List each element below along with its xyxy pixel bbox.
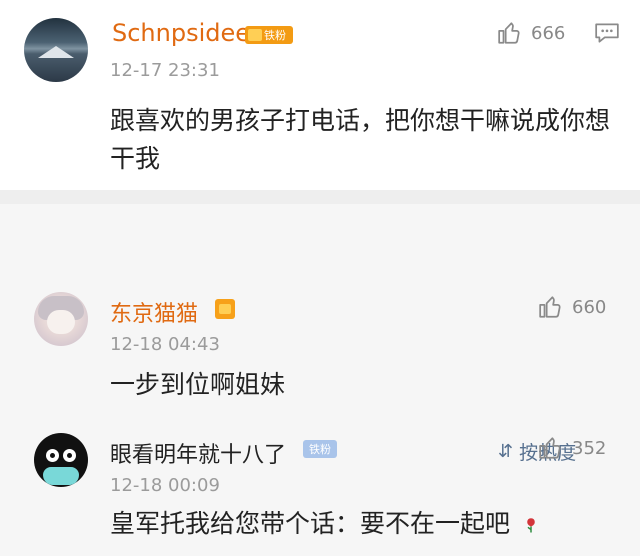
comment-avatar-1[interactable]	[34, 292, 88, 346]
eye-icon	[63, 449, 76, 462]
comment-author-2-badge-label: 铁粉	[309, 443, 331, 456]
main-post-like-button[interactable]: 666	[497, 20, 565, 46]
comment-like-button-1[interactable]: 660	[538, 294, 606, 320]
section-divider	[0, 190, 640, 204]
comment-icon[interactable]	[594, 22, 620, 44]
main-author-name[interactable]: Schnpsidee	[112, 19, 250, 47]
comment-section: ⇵ 按热度	[0, 204, 640, 556]
mountain-icon	[38, 46, 74, 58]
face-shape	[47, 310, 75, 334]
comment-like-button-2[interactable]: 352	[538, 435, 606, 461]
comment-content-2-text: 皇军托我给您带个话：要不在一起吧	[110, 509, 511, 538]
comment-time-1: 12-18 04:43	[110, 334, 220, 355]
rose-icon	[527, 518, 535, 533]
crown-icon	[248, 29, 262, 41]
comment-like-count-2: 352	[572, 437, 607, 459]
main-badge-label: 铁粉	[264, 29, 286, 42]
main-post-content: 跟喜欢的男孩子打电话，把你想干嘛说成你想干我	[110, 106, 611, 173]
main-post-time: 12-17 23:31	[110, 60, 220, 81]
crown-icon	[219, 304, 231, 314]
thumb-up-icon	[498, 22, 520, 44]
comment-content-1: 一步到位啊姐妹	[110, 370, 286, 399]
eye-icon	[46, 449, 59, 462]
comment-like-count-1: 660	[572, 296, 607, 318]
comment-author-2-badge: 铁粉	[303, 440, 337, 458]
main-like-count: 666	[531, 22, 566, 44]
comment-time-2: 12-18 00:09	[110, 475, 220, 496]
comment-author-1[interactable]: 东京猫猫	[110, 296, 198, 328]
comment-author-1-badge	[215, 299, 235, 319]
main-post-card: Schnpsidee 铁粉 12-17 23:31 666 跟喜欢的男孩子打电话…	[0, 0, 640, 190]
comment-avatar-2[interactable]	[34, 433, 88, 487]
main-author-avatar[interactable]	[24, 18, 88, 82]
thumb-up-icon	[539, 296, 561, 318]
avatar-body	[43, 467, 79, 485]
sort-icon: ⇵	[498, 441, 514, 462]
main-author-badge: 铁粉	[245, 26, 293, 44]
thumb-up-icon	[539, 437, 561, 459]
comment-author-2[interactable]: 眼看明年就十八了	[110, 437, 286, 469]
comment-content-2: 皇军托我给您带个话：要不在一起吧	[110, 505, 540, 543]
